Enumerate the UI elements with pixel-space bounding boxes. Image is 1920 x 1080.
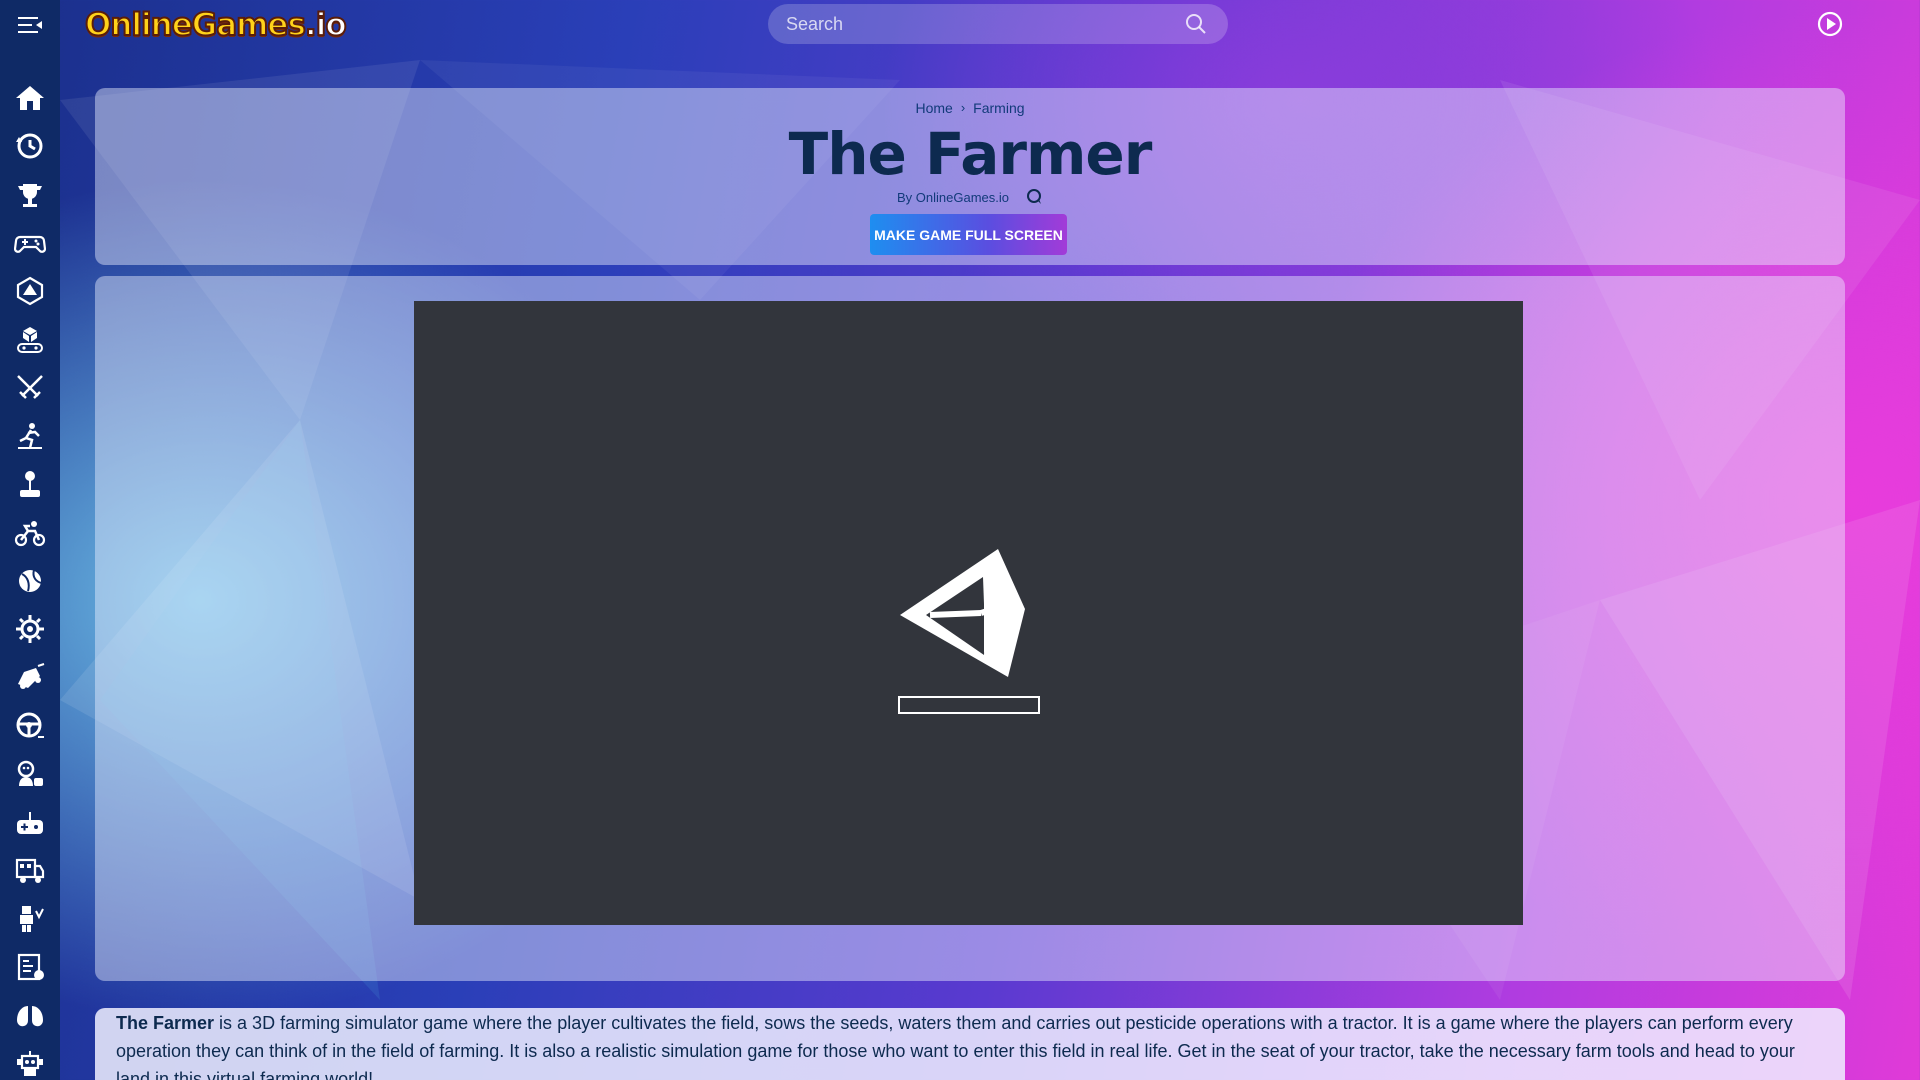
puzzle-icon [17, 954, 44, 981]
home-icon [16, 86, 44, 111]
sidebar-item-kids[interactable] [0, 750, 60, 798]
sidebar-item-blocks[interactable] [0, 895, 60, 943]
sidebar-item-sports[interactable] [0, 557, 60, 605]
byline: By OnlineGames.io [95, 188, 1845, 206]
sidebar-item-trophy[interactable] [0, 171, 60, 219]
menu-toggle-button[interactable] [0, 0, 60, 50]
motorbike-icon [14, 520, 46, 546]
sidebar-item-bike[interactable] [0, 509, 60, 557]
author-link[interactable]: By OnlineGames.io [897, 190, 1009, 205]
breadcrumb-category-link[interactable]: Farming [973, 100, 1024, 116]
robot-icon [17, 1051, 43, 1077]
sidebar-item-strategy[interactable] [0, 605, 60, 653]
d20-icon [16, 277, 44, 306]
arcade-stick-icon [20, 470, 40, 497]
sidebar-item-dice[interactable] [0, 267, 60, 315]
sidebar-item-history[interactable] [0, 122, 60, 170]
sidebar-item-fighting[interactable] [0, 364, 60, 412]
hamburger-menu-icon [18, 17, 42, 33]
fullscreen-button[interactable]: MAKE GAME FULL SCREEN [870, 214, 1067, 255]
gamepad-icon [14, 235, 46, 253]
lungs-icon [17, 1005, 43, 1027]
game-canvas[interactable] [414, 301, 1523, 925]
joystick-cube-icon [17, 326, 43, 353]
gear-icon [16, 615, 44, 644]
description-text: is a 3D farming simulator game where the… [116, 1013, 1795, 1080]
sidebar-item-two-player[interactable] [0, 992, 60, 1040]
sidebar-item-trucks[interactable] [0, 847, 60, 895]
breadcrumb-separator: › [960, 100, 966, 115]
site-logo[interactable]: OnlineGames.io [84, 5, 348, 45]
kid-icon [17, 761, 43, 787]
sidebar-item-robots[interactable] [0, 1040, 60, 1080]
loading-progress-bar [898, 696, 1040, 714]
category-sidebar [0, 50, 60, 1080]
steering-wheel-icon [16, 712, 44, 738]
comment-icon[interactable] [1025, 188, 1043, 206]
game-panel [95, 276, 1845, 981]
unity-logo-icon [900, 549, 1025, 677]
top-bar: OnlineGames.io [0, 0, 1920, 50]
sidebar-item-home[interactable] [0, 74, 60, 122]
sidebar-item-adventure[interactable] [0, 412, 60, 460]
description-panel: The Farmer is a 3D farming simulator gam… [95, 1008, 1845, 1080]
swords-icon [17, 375, 43, 399]
ball-icon [19, 569, 43, 593]
sidebar-item-3d[interactable] [0, 315, 60, 363]
block-man-icon [20, 906, 44, 933]
trophy-icon [18, 183, 42, 207]
play-circle-icon[interactable] [1816, 10, 1844, 38]
page-title: The Farmer [788, 120, 1153, 188]
breadcrumb: Home › Farming [95, 100, 1845, 116]
sidebar-item-driving[interactable] [0, 702, 60, 750]
history-icon [16, 133, 43, 159]
search-icon [1186, 14, 1206, 34]
sidebar-item-arcade[interactable] [0, 460, 60, 508]
car-crash-icon [18, 662, 45, 689]
sidebar-item-gamepad[interactable] [0, 219, 60, 267]
search-bar [768, 4, 1228, 44]
controller-icon [17, 811, 43, 834]
sidebar-item-puzzle[interactable] [0, 943, 60, 991]
breadcrumb-home-link[interactable]: Home [915, 100, 952, 116]
search-button[interactable] [1182, 10, 1210, 38]
description-game-name: The Farmer [116, 1013, 215, 1033]
search-input[interactable] [786, 13, 1182, 35]
sidebar-item-controller[interactable] [0, 798, 60, 846]
game-header-panel: Home › Farming The Farmer By OnlineGames… [95, 88, 1845, 265]
stickman-icon [18, 423, 42, 450]
truck-icon [15, 858, 45, 883]
game-description: The Farmer is a 3D farming simulator gam… [116, 1009, 1829, 1080]
sidebar-item-crash[interactable] [0, 654, 60, 702]
